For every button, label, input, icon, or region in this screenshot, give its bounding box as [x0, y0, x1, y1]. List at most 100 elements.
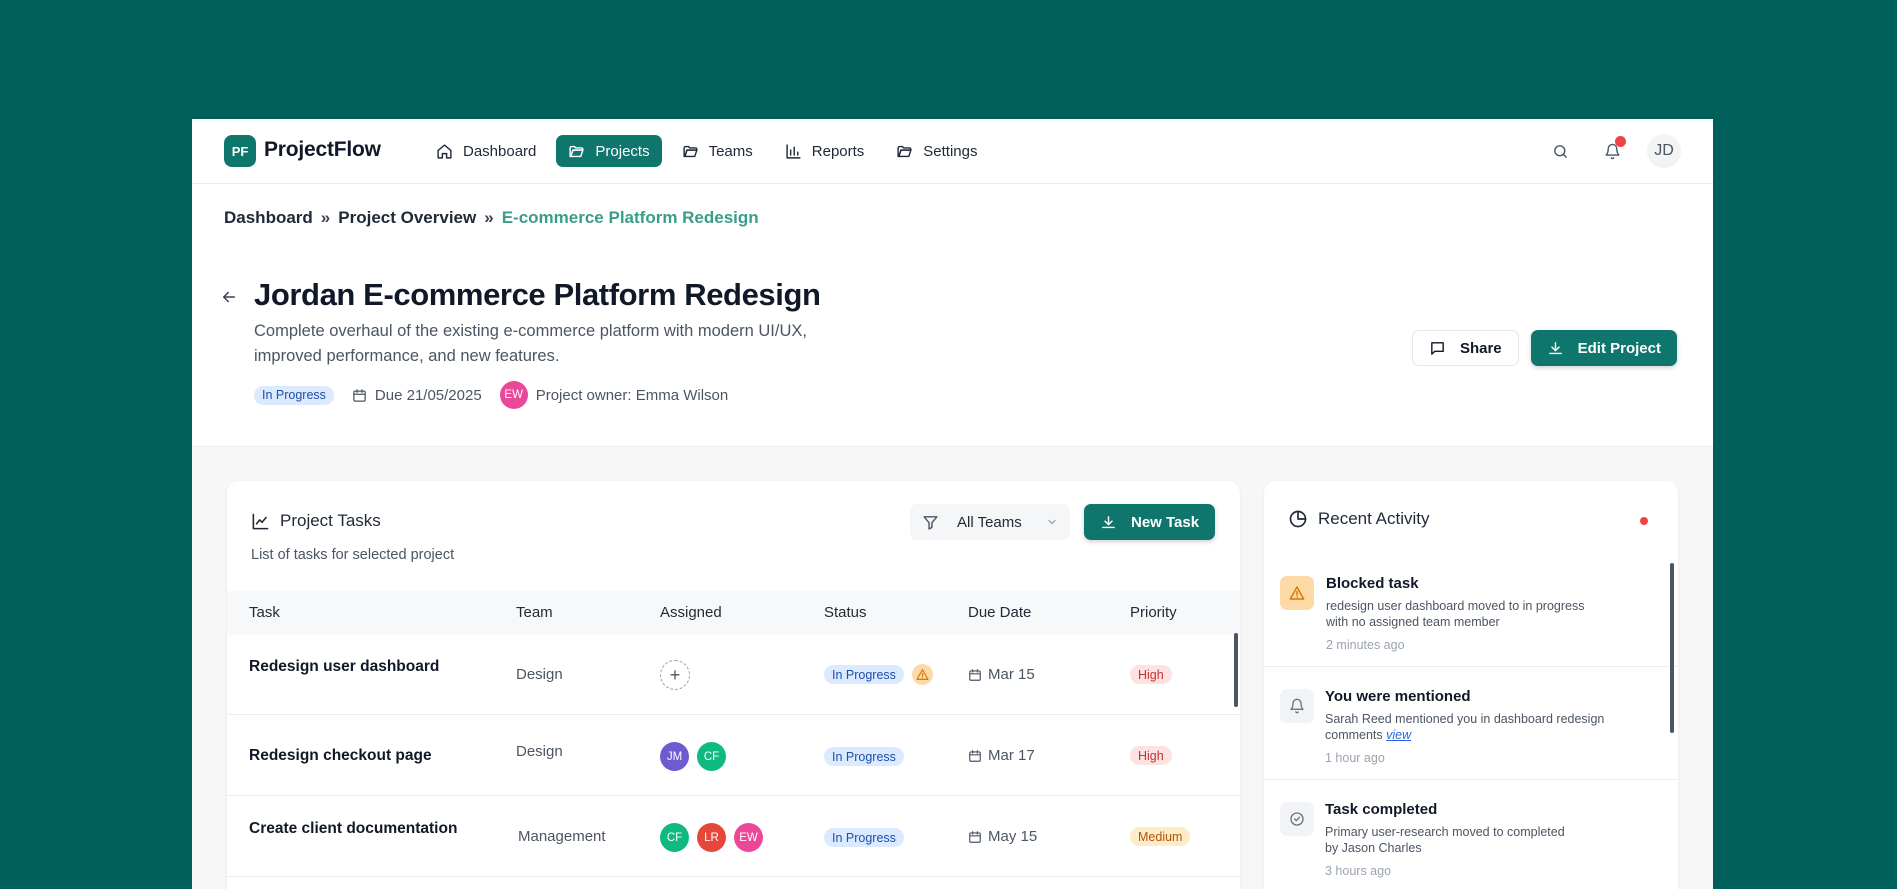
breadcrumb-separator: »	[484, 208, 494, 227]
back-arrow-icon[interactable]	[220, 288, 238, 306]
breadcrumb-project-overview[interactable]: Project Overview	[338, 208, 476, 228]
new-task-button[interactable]: New Task	[1084, 504, 1216, 540]
owner-text: Project owner: Emma Wilson	[535, 386, 729, 404]
calendar-icon	[969, 830, 981, 843]
column-header-due-date[interactable]: Due Date	[968, 604, 1031, 621]
breadcrumb-separator: »	[320, 208, 331, 227]
activity-line: comments view	[1325, 728, 1412, 742]
assignee-avatar[interactable]: EW	[734, 823, 763, 852]
activity-item[interactable]: Task completed Primary user-research mov…	[1264, 780, 1678, 889]
column-header-team[interactable]: Team	[516, 604, 553, 621]
notifications-button[interactable]	[1595, 134, 1629, 168]
header-actions: Share Edit Project	[1411, 330, 1677, 366]
nav-item-label: Projects	[595, 142, 650, 160]
activity-title: Recent Activity	[1288, 509, 1430, 529]
nav-item-reports[interactable]: Reports	[773, 135, 877, 167]
task-name[interactable]: Redesign user dashboard	[249, 658, 439, 676]
breadcrumb: Dashboard » Project Overview » E-commerc…	[224, 208, 759, 228]
nav-item-label: Reports	[811, 142, 865, 160]
column-header-assigned[interactable]: Assigned	[660, 604, 722, 621]
activity-item[interactable]: Blocked task redesign user dashboard mov…	[1264, 554, 1678, 667]
activity-title-text: Recent Activity	[1318, 509, 1430, 528]
status-badge: In Progress	[824, 747, 904, 766]
assignee-avatar[interactable]: LR	[697, 823, 726, 852]
tasks-subtitle: List of tasks for selected project	[251, 547, 455, 563]
nav-item-label: Settings	[923, 142, 978, 160]
calendar-icon	[969, 749, 981, 762]
activity-item[interactable]: You were mentioned Sarah Reed mentioned …	[1264, 667, 1678, 780]
activity-title: You were mentioned	[1325, 688, 1471, 705]
status-badge: In Progress	[254, 385, 334, 405]
edit-project-label: Edit Project	[1577, 339, 1661, 357]
column-header-status[interactable]: Status	[824, 604, 867, 621]
top-right-actions: JD	[1543, 134, 1681, 168]
task-assigned: +	[660, 660, 690, 690]
assignee-avatar[interactable]: CF	[697, 742, 726, 771]
assignee-avatar[interactable]: JM	[660, 742, 689, 771]
task-name[interactable]: Redesign checkout page	[249, 747, 432, 765]
column-header-priority[interactable]: Priority	[1130, 604, 1177, 621]
project-due-date: Due 21/05/2025	[352, 387, 482, 404]
activity-line: redesign user dashboard moved to in prog…	[1326, 599, 1585, 613]
activity-title: Blocked task	[1326, 575, 1419, 592]
search-button[interactable]	[1543, 134, 1577, 168]
task-team: Design	[516, 743, 563, 760]
assignee-avatar[interactable]: CF	[660, 823, 689, 852]
tasks-title: Project Tasks	[251, 511, 381, 531]
activity-line: Primary user-research moved to completed	[1325, 825, 1565, 839]
task-status: In Progress	[824, 828, 904, 847]
activity-description: Sarah Reed mentioned you in dashboard re…	[1325, 711, 1615, 743]
user-avatar[interactable]: JD	[1647, 134, 1681, 168]
folder-open-icon	[569, 145, 584, 157]
home-icon	[437, 143, 452, 159]
bell-icon	[1280, 689, 1314, 723]
table-row[interactable]: Redesign user dashboard Design + In Prog…	[227, 635, 1240, 715]
tasks-scrollbar[interactable]	[1234, 633, 1238, 707]
top-navbar: PF ProjectFlow Dashboard Projects Teams …	[192, 119, 1713, 184]
download-icon	[1548, 341, 1562, 354]
task-team: Management	[518, 828, 606, 845]
activity-time: 3 hours ago	[1325, 864, 1392, 878]
content-area: Project Tasks List of tasks for selected…	[192, 446, 1713, 889]
edit-project-button[interactable]: Edit Project	[1530, 330, 1677, 366]
tasks-table-header: Task Team Assigned Status Due Date Prior…	[227, 591, 1240, 635]
project-tasks-card: Project Tasks List of tasks for selected…	[227, 481, 1240, 889]
due-date-text: Mar 15	[988, 666, 1035, 683]
task-due-date: Mar 15	[968, 666, 1035, 683]
task-assigned: CF LR EW	[660, 823, 763, 852]
breadcrumb-dashboard[interactable]: Dashboard	[224, 208, 313, 228]
check-circle-icon	[1280, 802, 1314, 836]
activity-time: 1 hour ago	[1325, 751, 1385, 765]
tasks-title-text: Project Tasks	[280, 511, 381, 530]
recent-activity-card: Recent Activity Blocked task redesign us…	[1264, 481, 1678, 889]
column-header-task[interactable]: Task	[249, 604, 280, 621]
page-title: Jordan E-commerce Platform Redesign	[254, 277, 821, 312]
activity-title: Task completed	[1325, 801, 1438, 818]
activity-scrollbar[interactable]	[1670, 563, 1674, 733]
status-badge: In Progress	[824, 665, 904, 684]
add-assignee-button[interactable]: +	[660, 660, 690, 690]
activity-line: by Jason Charles	[1325, 841, 1422, 855]
task-name[interactable]: Create client documentation	[249, 820, 457, 838]
warning-icon	[911, 664, 933, 685]
table-row[interactable]: Create client documentation Management C…	[227, 797, 1240, 877]
share-label: Share	[1459, 339, 1502, 357]
nav-item-settings[interactable]: Settings	[884, 135, 989, 167]
share-button[interactable]: Share	[1411, 330, 1519, 366]
activity-line: Sarah Reed mentioned you in dashboard re…	[1325, 712, 1605, 726]
main-nav: Dashboard Projects Teams Reports Setting…	[424, 135, 990, 167]
view-link[interactable]: view	[1386, 728, 1411, 742]
priority-badge: High	[1130, 665, 1172, 684]
pie-chart-icon	[1289, 510, 1307, 528]
nav-item-teams[interactable]: Teams	[670, 135, 765, 167]
activity-description: redesign user dashboard moved to in prog…	[1326, 598, 1616, 630]
priority-badge: High	[1130, 746, 1172, 765]
nav-item-projects[interactable]: Projects	[556, 135, 662, 167]
table-row[interactable]: Redesign checkout page Design JM CF In P…	[227, 716, 1240, 796]
task-status: In Progress	[824, 664, 933, 685]
task-status: In Progress	[824, 747, 904, 766]
nav-item-label: Dashboard	[463, 142, 537, 160]
team-filter-select[interactable]: All Teams	[910, 504, 1070, 540]
nav-item-dashboard[interactable]: Dashboard	[424, 135, 548, 167]
notification-dot	[1615, 136, 1626, 147]
